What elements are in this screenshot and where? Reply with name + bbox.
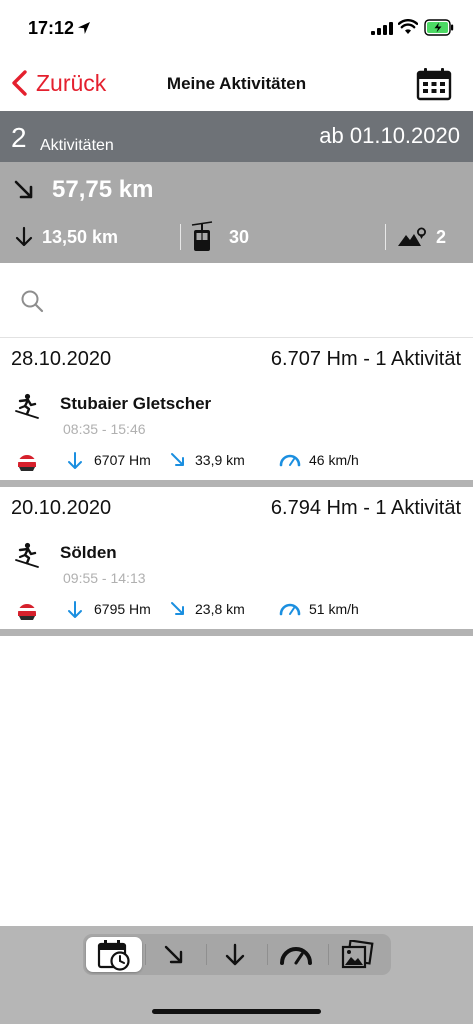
activity-time: 08:35 - 15:46: [63, 421, 146, 437]
activity-speed: 46 km/h: [309, 452, 359, 468]
activity-descent: 6795 Hm: [94, 601, 151, 617]
summary-stats: 57,75 km 13,50 km 30 2: [0, 162, 473, 263]
stat-divider: [180, 224, 181, 250]
search-icon: [21, 290, 44, 313]
distance-arrow-icon: [14, 180, 33, 199]
location-arrow-icon: [78, 22, 90, 34]
tab-sort-speed[interactable]: [268, 937, 324, 972]
cellular-signal-icon: [371, 22, 393, 35]
gondola-lift-icon: [191, 221, 213, 251]
total-lifts: 30: [229, 227, 250, 247]
activity-item[interactable]: Sölden 09:55 - 14:13 6795 Hm 23,8 km 51 …: [0, 535, 473, 627]
sort-segmented-control: [83, 934, 391, 975]
group-separator: [0, 480, 473, 487]
total-distance: 57,75 km: [52, 176, 154, 203]
activity-speed: 51 km/h: [309, 601, 359, 617]
page-title: Meine Aktivitäten: [166, 74, 307, 93]
activity-distance: 33,9 km: [195, 452, 245, 468]
activity-name: Sölden: [60, 543, 117, 562]
activity-time: 09:55 - 14:13: [63, 570, 146, 586]
speedometer-icon: [279, 603, 301, 616]
stat-divider: [385, 224, 386, 250]
group-date: 28.10.2020: [11, 348, 112, 370]
descent-arrow-icon: [225, 943, 245, 965]
group-date: 20.10.2020: [11, 497, 112, 519]
total-peaks: 2: [436, 227, 447, 247]
distance-arrow-icon: [164, 945, 183, 963]
wifi-icon: [398, 19, 418, 34]
descent-arrow-icon: [68, 452, 82, 469]
distance-arrow-icon: [171, 453, 184, 466]
mountain-peak-icon: [398, 227, 426, 246]
status-bar: 17:12: [0, 0, 473, 58]
austria-helmet-icon: [18, 455, 36, 471]
activity-item[interactable]: Stubaier Gletscher 08:35 - 15:46 6707 Hm…: [0, 386, 473, 478]
calendar-clock-icon: [97, 939, 130, 971]
tab-sort-distance[interactable]: [146, 937, 202, 972]
home-indicator: [152, 1009, 321, 1014]
austria-helmet-icon: [18, 604, 36, 620]
group-summary: 6.794 Hm - 1 Aktivität: [270, 497, 461, 519]
descent-arrow-icon: [15, 226, 33, 247]
since-date: ab 01.10.2020: [319, 123, 460, 148]
navigation-bar: Zurück Meine Aktivitäten: [0, 58, 473, 111]
calendar-icon[interactable]: [416, 67, 452, 101]
search-input[interactable]: [0, 263, 473, 338]
speedometer-icon: [279, 454, 301, 467]
status-time: 17:12: [28, 18, 75, 38]
activity-descent: 6707 Hm: [94, 452, 151, 468]
distance-arrow-icon: [171, 602, 184, 615]
speedometer-icon: [280, 946, 312, 965]
activity-name: Stubaier Gletscher: [60, 394, 212, 413]
total-descent: 13,50 km: [42, 227, 119, 247]
activity-count-label: Aktivitäten: [40, 137, 114, 154]
descent-arrow-icon: [68, 601, 82, 618]
skier-icon: [15, 542, 39, 568]
group-separator: [0, 629, 473, 636]
battery-charging-icon: [424, 19, 454, 36]
skier-icon: [15, 393, 39, 419]
tab-sort-date[interactable]: [86, 937, 142, 972]
tab-sort-descent[interactable]: [207, 937, 263, 972]
photos-icon: [341, 939, 374, 968]
summary-header: 2 Aktivitäten ab 01.10.2020: [0, 111, 473, 162]
activity-distance: 23,8 km: [195, 601, 245, 617]
group-summary: 6.707 Hm - 1 Aktivität: [270, 348, 461, 370]
activity-count: 2: [11, 122, 27, 153]
tab-photos[interactable]: [329, 937, 385, 972]
